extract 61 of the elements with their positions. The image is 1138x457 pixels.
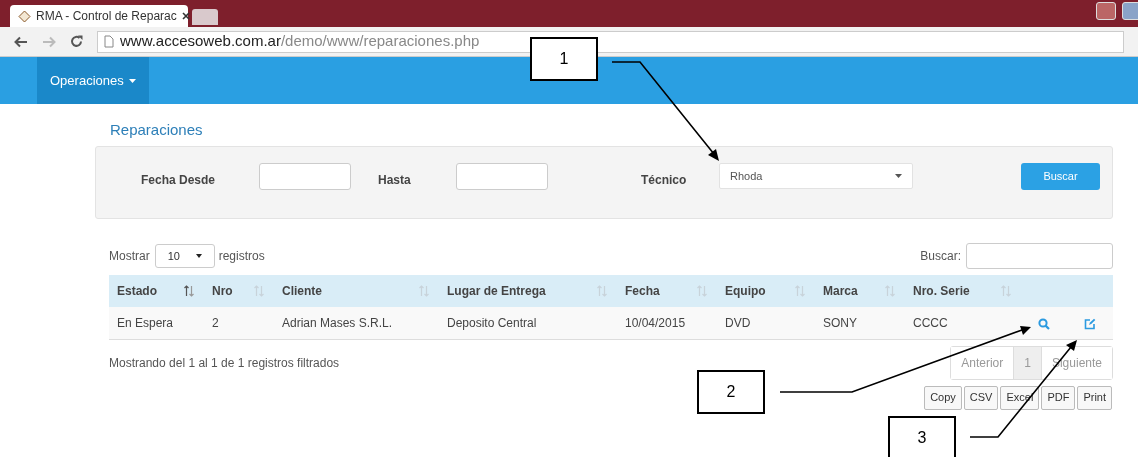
- filter-label: Técnico: [641, 172, 688, 189]
- date-field[interactable]: [456, 163, 548, 190]
- diamond-icon: [18, 9, 31, 23]
- caret-icon: [895, 174, 902, 178]
- page-icon: [104, 35, 114, 48]
- sort-icon: [254, 285, 264, 297]
- table-cell: DVD: [717, 307, 815, 339]
- table-cell: Deposito Central: [439, 307, 617, 339]
- table-cell: SONY: [815, 307, 905, 339]
- close-icon[interactable]: [181, 12, 190, 20]
- callout-box: 3: [888, 416, 956, 457]
- sort-icon: [419, 285, 429, 297]
- table-cell: Adrian Mases S.R.L.: [274, 307, 439, 339]
- sort-icon: [1001, 285, 1011, 297]
- callout-box: 1: [530, 37, 598, 81]
- column-header[interactable]: Marca: [815, 275, 905, 307]
- column-header[interactable]: Lugar de Entrega: [439, 275, 617, 307]
- page-title: Reparaciones: [109, 120, 204, 140]
- table-cell: 10/04/2015: [617, 307, 717, 339]
- column-header[interactable]: Equipo: [717, 275, 815, 307]
- operaciones-menu[interactable]: Operaciones: [37, 57, 149, 104]
- address-field[interactable]: www.accesoweb.com.ar/demo/www/reparaciones.php: [97, 30, 1124, 53]
- technician-select[interactable]: Rhoda: [719, 163, 913, 189]
- user-icon[interactable]: [1096, 2, 1116, 20]
- records-info: Mostrando del 1 al 1 de 1 registros filtrados: [109, 354, 340, 372]
- page-size-select[interactable]: 10: [154, 244, 215, 268]
- callout-box: 2: [697, 370, 765, 414]
- forward-icon[interactable]: [42, 35, 56, 48]
- table-cell: En Espera: [109, 307, 204, 339]
- search-icon[interactable]: [1038, 317, 1050, 330]
- sort-icon: [697, 285, 707, 297]
- column-header[interactable]: Estado: [109, 275, 204, 307]
- url-text: www.accesoweb.com.ar/demo/www/reparaciones.php: [120, 31, 480, 52]
- sort-icon: [184, 285, 194, 297]
- column-header[interactable]: Nro: [204, 275, 274, 307]
- export-button[interactable]: Copy: [924, 385, 962, 410]
- reload-icon[interactable]: [70, 35, 83, 48]
- column-header[interactable]: Fecha: [617, 275, 717, 307]
- records-label: registros: [218, 248, 265, 265]
- sort-icon: [795, 285, 805, 297]
- show-label: Mostrar: [109, 248, 150, 265]
- caret-icon: [128, 78, 136, 83]
- sort-icon: [885, 285, 895, 297]
- export-button[interactable]: Print: [1077, 385, 1112, 410]
- browser-tab[interactable]: RMA - Control de Reparac: [10, 5, 188, 27]
- back-icon[interactable]: [14, 35, 28, 48]
- export-button[interactable]: PDF: [1041, 385, 1076, 410]
- date-field[interactable]: [259, 163, 351, 190]
- table-cell: 2: [204, 307, 274, 339]
- table-cell: CCCC: [905, 307, 1021, 339]
- filter-label: Fecha Desde: [141, 172, 217, 189]
- column-header[interactable]: Nro. Serie: [905, 275, 1021, 307]
- column-header[interactable]: Cliente: [274, 275, 439, 307]
- filter-label: Hasta: [378, 172, 412, 189]
- search-field[interactable]: [966, 243, 1113, 269]
- caret-icon: [195, 254, 202, 258]
- edit-icon[interactable]: [1084, 317, 1096, 330]
- search-label: Buscar:: [920, 248, 961, 265]
- export-button[interactable]: CSV: [963, 385, 999, 410]
- sort-icon: [597, 285, 607, 297]
- tab-title: RMA - Control de Reparac: [36, 8, 177, 25]
